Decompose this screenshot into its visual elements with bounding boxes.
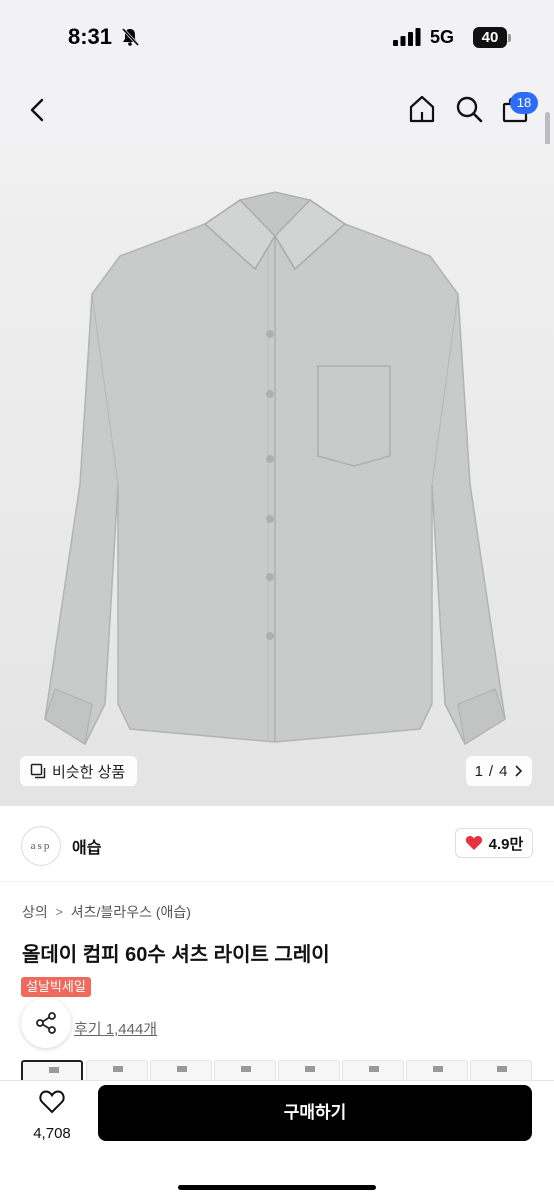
page-current: 1 <box>474 762 483 780</box>
thumbnail-item[interactable] <box>278 1060 340 1080</box>
review-count-link[interactable]: 후기 1,444개 <box>74 1018 157 1039</box>
cellular-signal-icon <box>393 28 421 46</box>
thumbnail-item[interactable] <box>150 1060 212 1080</box>
thumbnail-strip <box>0 1060 554 1080</box>
thumbnail-item[interactable] <box>214 1060 276 1080</box>
sale-badge: 설날빅세일 <box>21 977 91 997</box>
status-bar: 8:31 5G 40 <box>0 0 554 76</box>
similar-items-icon <box>30 763 46 779</box>
breadcrumb: 상의 > 셔츠/블라우스 (애습) <box>22 902 191 922</box>
thumbnail-item[interactable] <box>406 1060 468 1080</box>
shirt-illustration <box>0 144 554 806</box>
buy-button[interactable]: 구매하기 <box>98 1085 532 1141</box>
thumbnail-item[interactable] <box>470 1060 532 1080</box>
thumbnail-item[interactable] <box>21 1060 83 1080</box>
heart-outline-icon <box>39 1090 65 1114</box>
image-page-indicator[interactable]: 1 / 4 <box>466 756 532 786</box>
share-button[interactable] <box>21 998 71 1048</box>
network-label: 5G <box>430 27 455 47</box>
brand-name[interactable]: 애습 <box>72 834 101 858</box>
brand-like-button[interactable]: 4.9만 <box>455 828 533 858</box>
page-total: 4 <box>499 762 508 780</box>
chevron-right-icon <box>515 765 523 777</box>
heart-filled-icon <box>465 836 482 850</box>
page-separator: / <box>488 762 494 780</box>
similar-products-button[interactable]: 비슷한 상품 <box>20 756 138 786</box>
home-indicator <box>178 1185 376 1190</box>
home-icon[interactable] <box>406 93 438 125</box>
similar-products-label: 비슷한 상품 <box>52 763 126 781</box>
breadcrumb-item-shirts[interactable]: 셔츠/블라우스 (애습) <box>71 902 191 922</box>
back-icon[interactable] <box>24 96 52 124</box>
product-image[interactable] <box>0 144 554 806</box>
breadcrumb-item-top[interactable]: 상의 <box>22 902 48 922</box>
status-time: 8:31 <box>68 24 113 49</box>
brand-logo[interactable]: asp <box>21 826 61 866</box>
thumbnail-item[interactable] <box>342 1060 404 1080</box>
wishlist-button[interactable]: 4,708 <box>24 1087 80 1157</box>
thumbnail-item[interactable] <box>86 1060 148 1080</box>
product-title: 올데이 컴피 60수 셔츠 라이트 그레이 <box>22 944 330 966</box>
bottom-action-bar: 4,708 구매하기 <box>0 1080 554 1200</box>
cart-count-badge: 18 <box>510 92 538 114</box>
battery-indicator: 40 <box>473 27 507 48</box>
share-icon <box>36 1012 56 1034</box>
brand-row: asp 애습 4.9만 <box>0 806 554 882</box>
top-nav-bar <box>0 76 554 144</box>
search-icon[interactable] <box>453 93 485 125</box>
brand-like-count: 4.9만 <box>488 835 524 853</box>
battery-cap <box>508 34 511 42</box>
bell-muted-icon <box>121 27 140 47</box>
wishlist-count: 4,708 <box>33 1125 71 1142</box>
breadcrumb-separator: > <box>55 905 63 919</box>
